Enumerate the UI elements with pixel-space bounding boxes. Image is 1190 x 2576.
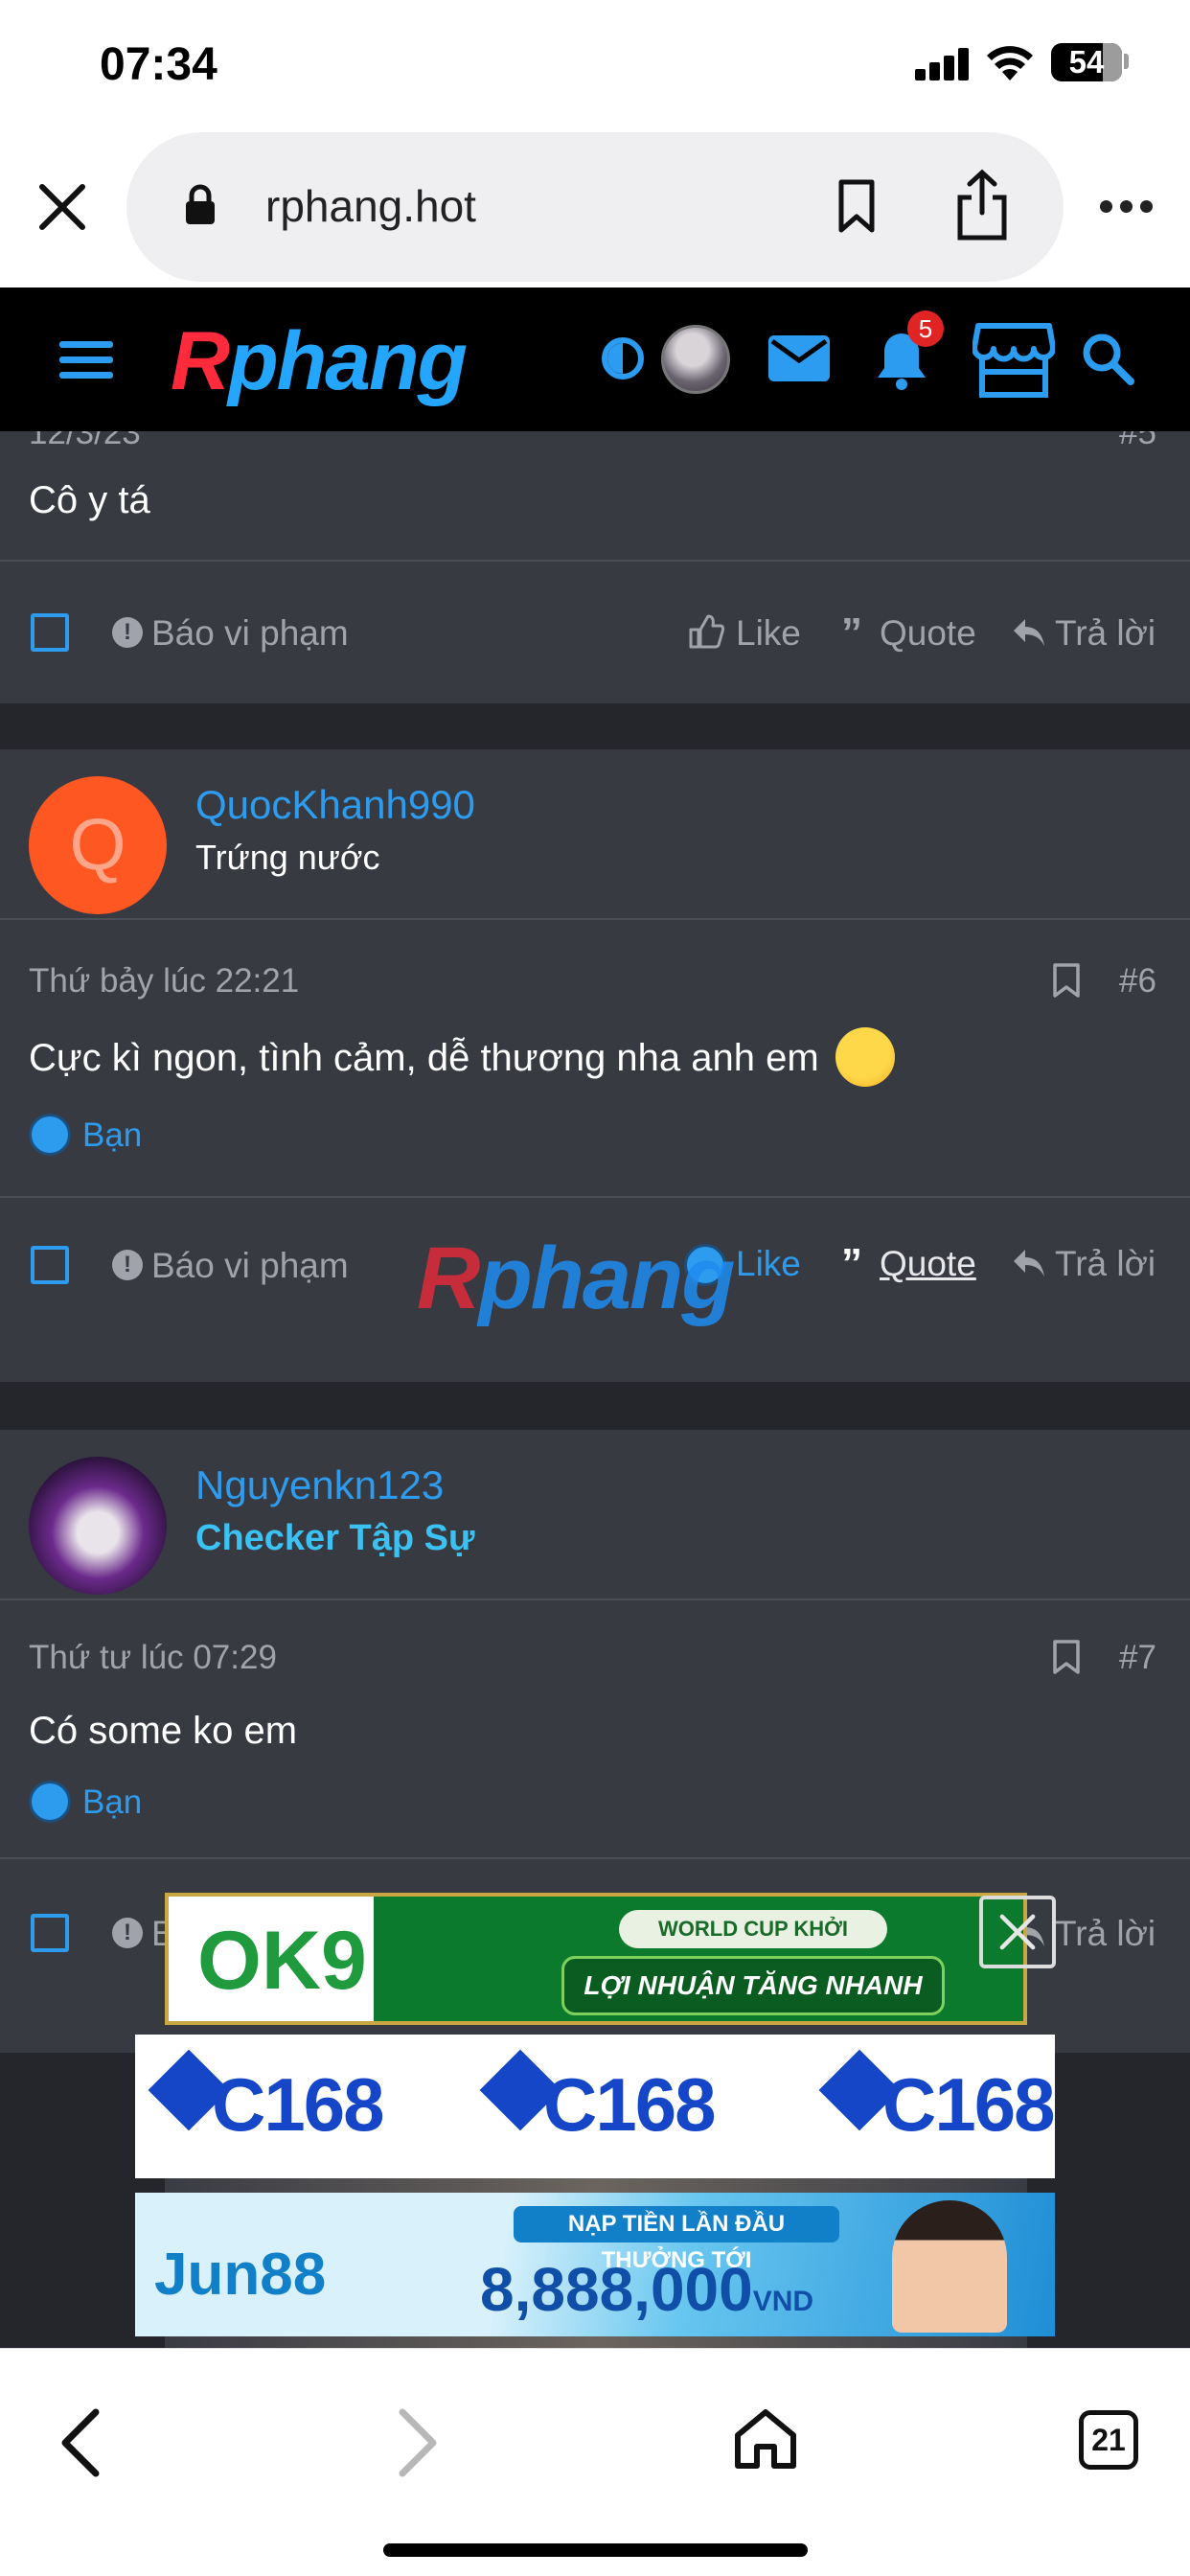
reaction-user[interactable]: Bạn — [82, 1783, 142, 1822]
mail-icon[interactable] — [768, 335, 830, 381]
home-icon[interactable] — [732, 2406, 799, 2472]
post-message: Cực kì ngon, tình cảm, dễ thương nha anh… — [29, 1037, 819, 1079]
divider — [0, 1598, 1190, 1600]
report-icon: ! — [112, 1918, 143, 1948]
post-number[interactable]: #7 — [1119, 1639, 1156, 1677]
ad-banner-c168[interactable]: C168 C168 C168 — [135, 2035, 1055, 2178]
post-date: Thứ tư lúc 07:29 — [29, 1639, 277, 1676]
quote-button[interactable]: Quote — [880, 613, 976, 654]
post-number[interactable]: #6 — [1119, 962, 1156, 1000]
url-text[interactable]: rphang.hot — [265, 180, 476, 232]
ad-close-icon[interactable] — [979, 1896, 1056, 1968]
reply-button[interactable]: Trả lời — [1055, 613, 1156, 654]
select-checkbox[interactable] — [31, 1914, 69, 1952]
thumbs-up-icon — [689, 614, 725, 649]
ad-banner-ok9[interactable]: OK9 WORLD CUP KHỞI TRANH LỢI NHUẬN TĂNG … — [165, 1893, 1027, 2025]
post-message: Có some ko em — [29, 1710, 298, 1752]
divider — [0, 560, 1190, 562]
forward-icon[interactable] — [391, 2404, 443, 2481]
jun88-model-image — [892, 2200, 1007, 2333]
user-rank: Trứng nước — [195, 838, 380, 877]
select-checkbox[interactable] — [31, 1246, 69, 1284]
status-bar: 07:34 54 — [0, 0, 1190, 129]
watermark-letter: R — [417, 1230, 480, 1327]
ad-banner-jun88[interactable]: Jun88 NẠP TIỀN LẦN ĐẦU THƯỞNG TỚI 8,888,… — [135, 2193, 1055, 2336]
report-button[interactable]: Báo vi phạm — [151, 613, 349, 654]
like-reaction-icon — [29, 1781, 71, 1823]
back-icon[interactable] — [56, 2404, 107, 2481]
reply-icon — [1014, 619, 1044, 646]
emoji-icon — [835, 1027, 895, 1087]
browser-toolbar: 21 — [0, 2348, 1190, 2576]
ok9-logo: OK9 — [197, 1915, 367, 2007]
notification-badge: 5 — [907, 310, 944, 347]
wifi-icon — [987, 46, 1033, 80]
quote-button[interactable]: Quote — [880, 1244, 976, 1284]
battery-level: 54 — [1068, 44, 1105, 80]
jun88-amount: 8,888,000VND — [480, 2254, 813, 2325]
quote-icon: ” — [841, 610, 862, 656]
tabs-button[interactable]: 21 — [1079, 2410, 1138, 2470]
user-rank: Checker Tập Sự — [195, 1518, 475, 1558]
lock-icon — [186, 184, 215, 224]
watermark-text: phang — [478, 1230, 735, 1327]
bookmark-icon[interactable] — [1052, 1639, 1081, 1675]
user-avatar[interactable] — [661, 325, 730, 394]
divider — [0, 1857, 1190, 1859]
ok9-slogan: LỢI NHUẬN TĂNG NHANH — [561, 1956, 945, 2015]
share-icon[interactable] — [952, 169, 1012, 242]
post-number[interactable]: #5 — [1119, 431, 1156, 452]
avatar[interactable]: Q — [29, 776, 167, 914]
divider — [0, 1196, 1190, 1198]
home-indicator — [383, 2543, 808, 2557]
report-icon: ! — [112, 1250, 143, 1280]
username[interactable]: QuocKhanh990 — [195, 782, 475, 828]
post-date: 12/3/23 — [29, 431, 141, 451]
jun88-logo: Jun88 — [154, 2242, 327, 2308]
close-icon[interactable] — [34, 179, 90, 235]
jun88-currency: VND — [752, 2286, 814, 2317]
like-button[interactable]: Like — [736, 613, 801, 654]
site-logo[interactable]: Rphang — [171, 314, 468, 409]
reply-button[interactable]: Trả lời — [1055, 1244, 1156, 1284]
jun88-amount-value: 8,888,000 — [480, 2255, 753, 2324]
store-icon[interactable] — [973, 322, 1055, 399]
browser-bar: rphang.hot — [0, 129, 1190, 288]
c168-label: C168 — [543, 2062, 716, 2147]
c168-label: C168 — [212, 2062, 384, 2147]
post-5: 12/3/23 #5 Cô y tá ! Báo vi phạm Like ” … — [0, 431, 1190, 703]
bookmark-icon[interactable] — [834, 178, 880, 234]
reaction-user[interactable]: Bạn — [82, 1116, 142, 1155]
ok9-badge: WORLD CUP KHỞI TRANH — [619, 1910, 887, 1979]
divider — [0, 918, 1190, 920]
more-options-icon[interactable] — [1100, 200, 1154, 214]
report-button[interactable]: Báo vi phạm — [151, 1246, 349, 1286]
quote-icon: ” — [841, 1240, 862, 1287]
address-bar[interactable]: rphang.hot — [126, 132, 1064, 282]
jun88-headline: NẠP TIỀN LẦN ĐẦU THƯỞNG TỚI — [514, 2206, 839, 2273]
c168-label: C168 — [882, 2062, 1055, 2147]
search-icon[interactable] — [1081, 332, 1134, 385]
like-reaction-icon — [29, 1114, 71, 1156]
select-checkbox[interactable] — [31, 613, 69, 652]
post-message: Cô y tá — [29, 479, 150, 521]
avatar[interactable] — [29, 1457, 167, 1595]
theme-toggle-icon[interactable] — [602, 337, 644, 380]
signal-icon — [915, 48, 971, 80]
bookmark-icon[interactable] — [1052, 962, 1081, 999]
battery-icon: 54 — [1051, 43, 1122, 81]
like-button[interactable]: Like — [736, 1244, 801, 1284]
username[interactable]: Nguyenkn123 — [195, 1462, 444, 1508]
reply-icon — [1014, 1250, 1044, 1276]
reply-button[interactable]: Trả lời — [1055, 1914, 1156, 1954]
status-time: 07:34 — [100, 39, 217, 90]
watermark-logo: Rphang — [417, 1229, 735, 1329]
menu-icon[interactable] — [59, 341, 113, 380]
logo-letter: R — [171, 315, 230, 407]
report-icon: ! — [112, 617, 143, 648]
post-date: Thứ bảy lúc 22:21 — [29, 962, 300, 1000]
logo-text: phang — [228, 315, 468, 407]
battery-tip — [1124, 54, 1129, 69]
site-header: Rphang 5 — [0, 288, 1190, 431]
